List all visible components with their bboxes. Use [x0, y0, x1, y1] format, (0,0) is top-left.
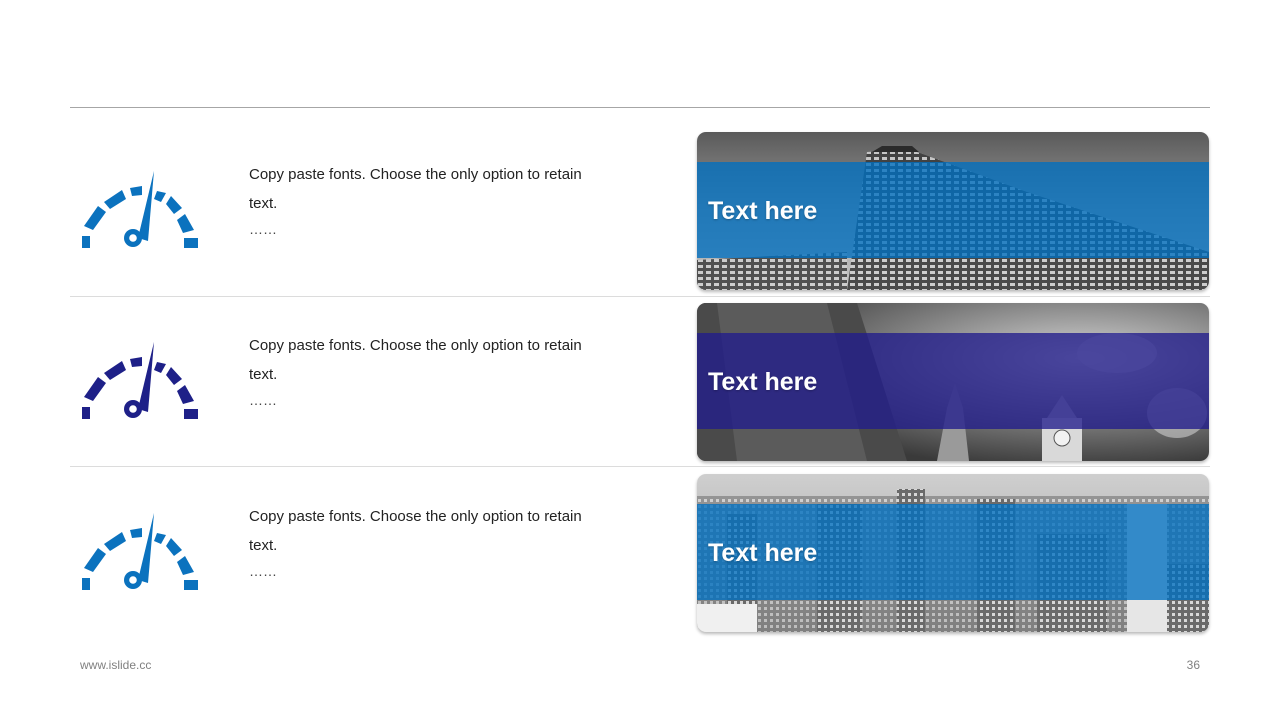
- banner-label: Text here: [708, 539, 818, 567]
- page-number: 36: [1186, 658, 1200, 672]
- description-line-2: text.: [249, 366, 278, 383]
- list-item: Copy paste fonts. Choose the only option…: [0, 472, 1280, 642]
- row-description: Copy paste fonts. Choose the only option…: [249, 331, 649, 411]
- row-divider: [70, 466, 1210, 467]
- ellipsis: ……: [249, 563, 277, 579]
- ellipsis: ……: [249, 392, 277, 408]
- image-banner: Text here: [697, 132, 1209, 290]
- top-divider: [70, 107, 1210, 108]
- description-line-1: Copy paste fonts. Choose the only option…: [249, 337, 582, 354]
- image-banner: Text here: [697, 303, 1209, 461]
- description-line-1: Copy paste fonts. Choose the only option…: [249, 166, 582, 183]
- speedometer-icon: [78, 168, 200, 248]
- description-line-2: text.: [249, 537, 278, 554]
- image-banner: Text here: [697, 474, 1209, 632]
- row-description: Copy paste fonts. Choose the only option…: [249, 502, 649, 582]
- row-description: Copy paste fonts. Choose the only option…: [249, 160, 649, 240]
- banner-label: Text here: [708, 197, 818, 225]
- list-item: Copy paste fonts. Choose the only option…: [0, 301, 1280, 471]
- banner-label: Text here: [708, 368, 818, 396]
- footer-website: www.islide.cc: [80, 658, 152, 672]
- row-divider: [70, 296, 1210, 297]
- speedometer-icon: [78, 510, 200, 590]
- speedometer-icon: [78, 339, 200, 419]
- list-item: Copy paste fonts. Choose the only option…: [0, 130, 1280, 300]
- description-line-2: text.: [249, 195, 278, 212]
- description-line-1: Copy paste fonts. Choose the only option…: [249, 508, 582, 525]
- ellipsis: ……: [249, 221, 277, 237]
